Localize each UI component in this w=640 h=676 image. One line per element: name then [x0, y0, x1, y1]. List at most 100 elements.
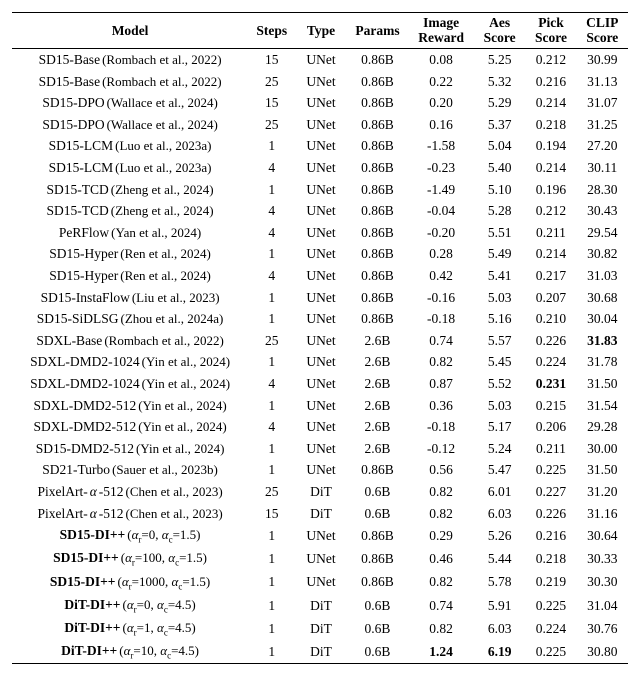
cell-type: UNet: [295, 352, 346, 374]
cell-clip-score: 30.64: [577, 524, 628, 547]
cell-aes-score: 5.29: [474, 92, 525, 114]
cell-image-reward: -0.04: [408, 200, 474, 222]
cell-type: DiT: [295, 503, 346, 525]
cell-params: 2.6B: [347, 330, 409, 352]
cell-aes-score: 5.03: [474, 395, 525, 417]
cell-steps: 1: [248, 640, 295, 664]
table-row: SD21-Turbo(Sauer et al., 2023b)1UNet0.86…: [12, 460, 628, 482]
cell-image-reward: 0.82: [408, 617, 474, 640]
cell-pick-score: 0.226: [525, 330, 576, 352]
table-row: SD15-DPO(Wallace et al., 2024)25UNet0.86…: [12, 114, 628, 136]
cell-pick-score: 0.224: [525, 617, 576, 640]
cell-params: 0.86B: [347, 114, 409, 136]
table-row: SDXL-DMD2-512(Yin et al., 2024)4UNet2.6B…: [12, 416, 628, 438]
cell-params: 2.6B: [347, 373, 409, 395]
table-row: DiT-DI++ (αr=0, αc=4.5)1DiT0.6B0.745.910…: [12, 594, 628, 617]
cell-image-reward: 0.82: [408, 352, 474, 374]
cell-image-reward: 0.82: [408, 571, 474, 594]
cell-aes-score: 5.16: [474, 308, 525, 330]
cell-clip-score: 31.83: [577, 330, 628, 352]
hdr-params: Params: [347, 13, 409, 49]
table-body: SD15-Base(Rombach et al., 2022)15UNet0.8…: [12, 49, 628, 664]
cell-steps: 1: [248, 594, 295, 617]
cell-aes-score: 5.10: [474, 179, 525, 201]
cell-model: SD15-DI++ (αr=0, αc=1.5): [12, 524, 248, 547]
cell-image-reward: -1.58: [408, 136, 474, 158]
cell-pick-score: 0.226: [525, 503, 576, 525]
cell-aes-score: 5.91: [474, 594, 525, 617]
cell-image-reward: 0.36: [408, 395, 474, 417]
cell-model: SD15-Hyper(Ren et al., 2024): [12, 244, 248, 266]
cell-pick-score: 0.218: [525, 548, 576, 571]
cell-pick-score: 0.212: [525, 49, 576, 71]
table-row: SD15-InstaFlow(Liu et al., 2023)1UNet0.8…: [12, 287, 628, 309]
cell-pick-score: 0.217: [525, 265, 576, 287]
cell-clip-score: 30.80: [577, 640, 628, 664]
cell-aes-score: 5.45: [474, 352, 525, 374]
cell-model: DiT-DI++ (αr=0, αc=4.5): [12, 594, 248, 617]
cell-pick-score: 0.224: [525, 352, 576, 374]
cell-image-reward: -0.23: [408, 157, 474, 179]
cell-type: UNet: [295, 114, 346, 136]
cell-pick-score: 0.227: [525, 481, 576, 503]
table-row: PixelArt-α-512(Chen et al., 2023)25DiT 0.…: [12, 481, 628, 503]
cell-steps: 4: [248, 222, 295, 244]
cell-image-reward: 0.87: [408, 373, 474, 395]
results-table: Model Steps Type Params ImageReward AesS…: [12, 12, 628, 664]
cell-model: PixelArt-α-512(Chen et al., 2023): [12, 481, 248, 503]
hdr-image-reward: ImageReward: [408, 13, 474, 49]
cell-type: DiT: [295, 617, 346, 640]
cell-type: DiT: [295, 481, 346, 503]
cell-clip-score: 30.04: [577, 308, 628, 330]
table-row: SD15-DPO(Wallace et al., 2024)15UNet0.86…: [12, 92, 628, 114]
cell-clip-score: 31.78: [577, 352, 628, 374]
cell-clip-score: 31.50: [577, 373, 628, 395]
table-header: Model Steps Type Params ImageReward AesS…: [12, 13, 628, 49]
hdr-model: Model: [12, 13, 248, 49]
cell-model: PeRFlow(Yan et al., 2024): [12, 222, 248, 244]
cell-model: SD15-LCM(Luo et al., 2023a): [12, 136, 248, 158]
cell-pick-score: 0.210: [525, 308, 576, 330]
cell-pick-score: 0.225: [525, 594, 576, 617]
cell-steps: 25: [248, 481, 295, 503]
table-row: SD15-Base(Rombach et al., 2022)15UNet0.8…: [12, 49, 628, 71]
cell-clip-score: 30.43: [577, 200, 628, 222]
cell-clip-score: 30.11: [577, 157, 628, 179]
cell-model: SDXL-DMD2-1024(Yin et al., 2024): [12, 352, 248, 374]
cell-aes-score: 5.04: [474, 136, 525, 158]
cell-params: 0.86B: [347, 308, 409, 330]
cell-params: 0.6B: [347, 617, 409, 640]
cell-pick-score: 0.225: [525, 640, 576, 664]
cell-steps: 1: [248, 308, 295, 330]
cell-image-reward: -0.16: [408, 287, 474, 309]
cell-aes-score: 5.24: [474, 438, 525, 460]
cell-type: UNet: [295, 395, 346, 417]
cell-steps: 25: [248, 330, 295, 352]
cell-pick-score: 0.219: [525, 571, 576, 594]
table-row: SD15-Hyper(Ren et al., 2024)4UNet0.86B0.…: [12, 265, 628, 287]
cell-aes-score: 5.37: [474, 114, 525, 136]
cell-steps: 15: [248, 49, 295, 71]
table-row: DiT-DI++ (αr=1, αc=4.5)1DiT0.6B0.826.030…: [12, 617, 628, 640]
cell-model: SD15-TCD(Zheng et al., 2024): [12, 200, 248, 222]
table-row: SD15-TCD(Zheng et al., 2024)1UNet0.86B-1…: [12, 179, 628, 201]
cell-aes-score: 5.32: [474, 71, 525, 93]
table-row: SD15-Base(Rombach et al., 2022)25UNet0.8…: [12, 71, 628, 93]
cell-steps: 25: [248, 71, 295, 93]
cell-aes-score: 6.03: [474, 503, 525, 525]
cell-type: UNet: [295, 71, 346, 93]
table-row: SD15-SiDLSG(Zhou et al., 2024a)1UNet0.86…: [12, 308, 628, 330]
cell-clip-score: 31.16: [577, 503, 628, 525]
cell-steps: 1: [248, 352, 295, 374]
cell-params: 0.86B: [347, 287, 409, 309]
cell-steps: 1: [248, 395, 295, 417]
cell-clip-score: 31.20: [577, 481, 628, 503]
cell-steps: 1: [248, 287, 295, 309]
cell-clip-score: 30.76: [577, 617, 628, 640]
cell-steps: 1: [248, 438, 295, 460]
cell-aes-score: 5.44: [474, 548, 525, 571]
cell-steps: 1: [248, 460, 295, 482]
cell-model: SD15-TCD(Zheng et al., 2024): [12, 179, 248, 201]
cell-model: SD15-DMD2-512(Yin et al., 2024): [12, 438, 248, 460]
hdr-type: Type: [295, 13, 346, 49]
